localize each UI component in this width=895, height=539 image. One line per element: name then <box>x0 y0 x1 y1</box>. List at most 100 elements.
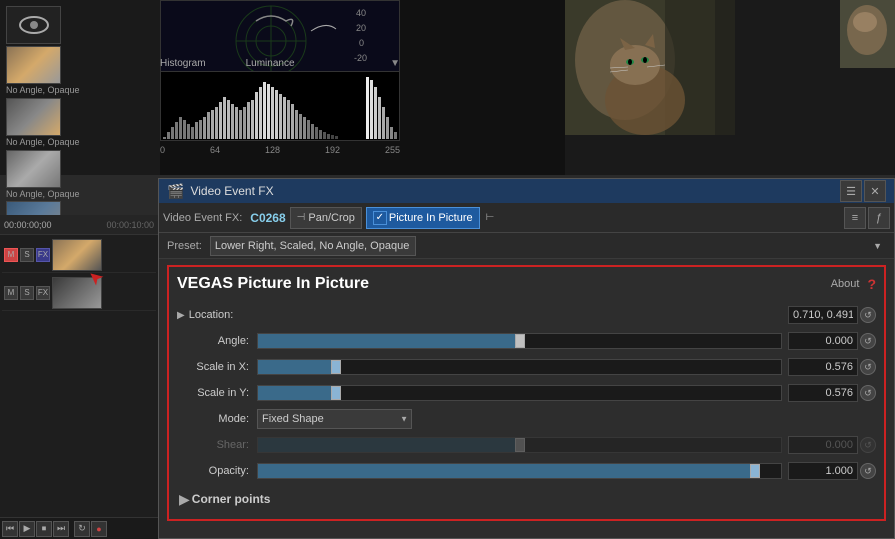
corner-expand-icon: ▶ <box>179 491 190 508</box>
top-area: No Angle, Opaque No Angle, Opaque No Ang… <box>0 0 895 175</box>
svg-text:40: 40 <box>356 8 366 18</box>
scale-y-label: Scale in Y: <box>177 387 257 399</box>
angle-row: Angle: ↺ <box>177 329 876 353</box>
track-2-fx[interactable]: FX <box>36 286 50 300</box>
scale-y-thumb[interactable] <box>331 386 341 400</box>
track-2-controls: M S FX <box>2 284 52 302</box>
scale-x-thumb[interactable] <box>331 360 341 374</box>
cat-svg <box>565 0 835 135</box>
opacity-row: Opacity: ↺ <box>177 459 876 483</box>
corner-label: Corner points <box>192 492 271 506</box>
left-timeline: 00:00:00;00 00:00:10:00 M S FX ➤ M S FX … <box>0 215 158 539</box>
timeline-tracks: M S FX ➤ M S FX <box>0 235 158 313</box>
track-2-mute[interactable]: M <box>4 286 18 300</box>
chain-icon-left: ⊣ <box>297 212 306 223</box>
menu-icon[interactable]: ☰ <box>840 180 862 202</box>
corner-points-row[interactable]: ▶ Corner points <box>177 487 876 511</box>
fast-forward-btn[interactable]: ⏭ <box>53 521 69 537</box>
angle-thumb[interactable] <box>515 334 525 348</box>
track-1-mute[interactable]: M <box>4 248 18 262</box>
opacity-reset[interactable]: ↺ <box>860 463 876 479</box>
about-link[interactable]: About <box>831 278 860 290</box>
plugin-panel: VEGAS Picture In Picture About ? ▶ Locat… <box>167 265 886 521</box>
scale-y-row: Scale in Y: ↺ <box>177 381 876 405</box>
preset-select[interactable]: Lower Right, Scaled, No Angle, Opaque <box>210 236 416 256</box>
track-row-2: M S FX <box>2 275 156 311</box>
track-2-solo[interactable]: S <box>20 286 34 300</box>
eye-thumbnail <box>6 6 61 44</box>
histogram-header: Histogram Luminance ▼ <box>160 58 400 69</box>
help-button[interactable]: ? <box>867 276 876 292</box>
scale-x-track <box>258 360 336 374</box>
eye-shape <box>19 16 49 34</box>
shear-track <box>258 438 520 452</box>
thumbnail-2 <box>6 46 61 84</box>
close-icon[interactable]: ✕ <box>864 180 886 202</box>
scale-y-reset[interactable]: ↺ <box>860 385 876 401</box>
mode-select[interactable]: Fixed Shape Free Match <box>257 409 412 429</box>
mode-select-wrapper: Fixed Shape Free Match <box>257 409 412 429</box>
vefx-titlebar: 🎬 Video Event FX ☰ ✕ <box>159 179 894 203</box>
scale-x-value[interactable] <box>788 358 858 376</box>
timeline-header: 00:00:00;00 00:00:10:00 <box>0 215 158 235</box>
location-label: Location: <box>189 309 269 321</box>
toolbar-icons: ≡ ƒ <box>844 207 890 229</box>
record-btn[interactable]: ● <box>91 521 107 537</box>
svg-text:20: 20 <box>356 23 366 33</box>
rewind-btn[interactable]: ⏮ <box>2 521 18 537</box>
pip-checkbox[interactable]: ✓ <box>373 211 387 225</box>
time-end: 00:00:10:00 <box>106 220 154 230</box>
scale-64: 64 <box>210 145 220 155</box>
opacity-value[interactable] <box>788 462 858 480</box>
track-1-solo[interactable]: S <box>20 248 34 262</box>
titlebar-icons: ☰ ✕ <box>840 180 886 202</box>
shear-label: Shear: <box>177 439 257 451</box>
opacity-slider[interactable] <box>257 463 782 479</box>
opacity-label: Opacity: <box>177 465 257 477</box>
thumb-item-4: No Angle, Opaque <box>6 150 154 200</box>
angle-track <box>258 334 520 348</box>
angle-slider[interactable] <box>257 333 782 349</box>
center-panel: 40 20 0 -20 Histogram Luminance ▼ <box>160 0 565 175</box>
thumb-label-4: No Angle, Opaque <box>6 189 80 200</box>
left-thumbnail-panel: No Angle, Opaque No Angle, Opaque No Ang… <box>0 0 160 175</box>
scale-y-track <box>258 386 336 400</box>
picture-in-picture-tab[interactable]: ✓ Picture In Picture <box>366 207 480 229</box>
preset-dropdown-arrow: ▼ <box>873 241 882 251</box>
scale-192: 192 <box>325 145 340 155</box>
pan-crop-tab[interactable]: ⊣ Pan/Crop <box>290 207 362 229</box>
location-expand[interactable]: ▶ <box>177 310 185 321</box>
chain-icon-right: ⊢ <box>486 212 495 223</box>
play-btn[interactable]: ▶ <box>19 521 35 537</box>
small-thumb-svg <box>840 0 895 68</box>
stop-btn[interactable]: ⏹ <box>36 521 52 537</box>
plugin-header: VEGAS Picture In Picture About ? <box>177 275 876 293</box>
track-1-fx[interactable]: FX <box>36 248 50 262</box>
vefx-toolbar: Video Event FX: C0268 ⊣ Pan/Crop ✓ Pictu… <box>159 203 894 233</box>
scale-0: 0 <box>160 145 165 155</box>
shear-slider <box>257 437 782 453</box>
plugin-title: VEGAS Picture In Picture <box>177 275 369 293</box>
scale-x-reset[interactable]: ↺ <box>860 359 876 375</box>
thumb-item-1 <box>6 6 154 44</box>
plugin-header-actions: About ? <box>831 276 876 292</box>
loop-btn[interactable]: ↻ <box>74 521 90 537</box>
scale-x-slider[interactable] <box>257 359 782 375</box>
fx-label-group: Video Event FX: C0268 <box>163 211 286 225</box>
scale-y-slider[interactable] <box>257 385 782 401</box>
scale-y-value[interactable] <box>788 384 858 402</box>
angle-value[interactable] <box>788 332 858 350</box>
histogram-area: 40 20 0 -20 Histogram Luminance ▼ <box>160 0 565 175</box>
location-reset[interactable]: ↺ <box>860 307 876 323</box>
scale-128: 128 <box>265 145 280 155</box>
toolbar-fx-icon[interactable]: ƒ <box>868 207 890 229</box>
svg-text:0: 0 <box>359 38 364 48</box>
opacity-thumb[interactable] <box>750 464 760 478</box>
vefx-id: C0268 <box>250 211 285 225</box>
location-value[interactable] <box>788 306 858 324</box>
pip-label: Picture In Picture <box>389 212 473 224</box>
angle-reset[interactable]: ↺ <box>860 333 876 349</box>
angle-label: Angle: <box>177 335 257 347</box>
scale-255: 255 <box>385 145 400 155</box>
toolbar-menu-icon[interactable]: ≡ <box>844 207 866 229</box>
